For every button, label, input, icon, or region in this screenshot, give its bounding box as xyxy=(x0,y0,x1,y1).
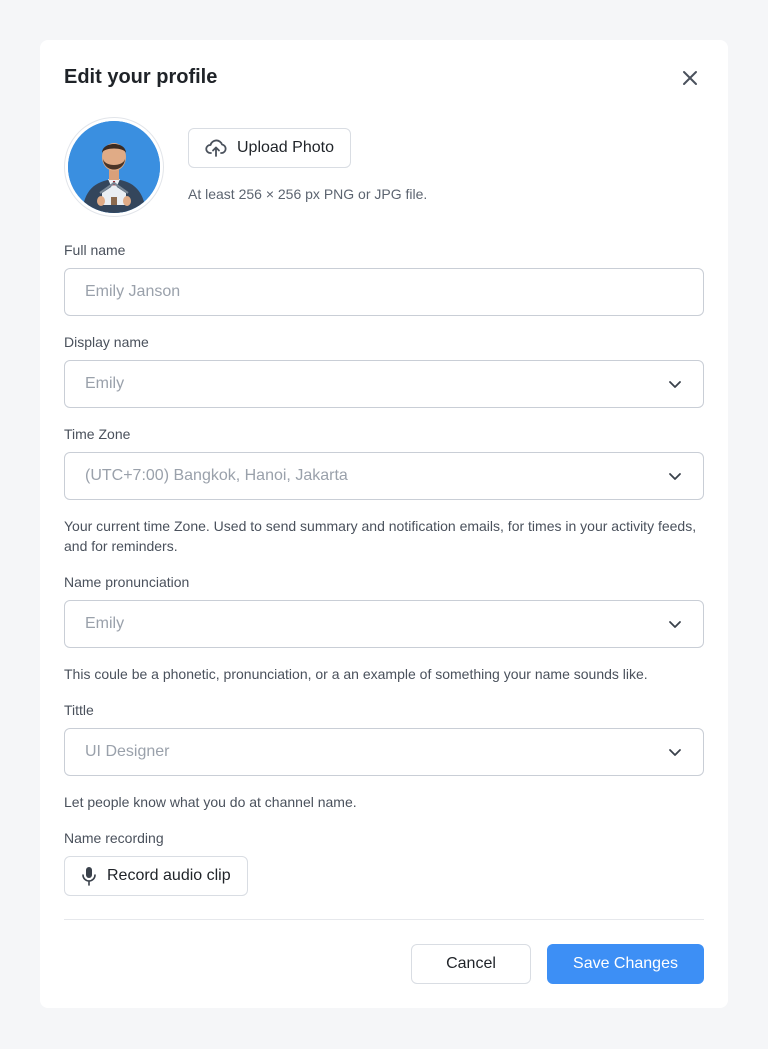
close-button[interactable] xyxy=(678,66,702,90)
record-audio-button[interactable]: Record audio clip xyxy=(64,856,248,896)
avatar-image xyxy=(68,121,160,213)
name-pronunciation-select[interactable]: Emily xyxy=(64,600,704,648)
time-zone-label: Time Zone xyxy=(64,426,131,442)
microphone-icon xyxy=(82,867,96,886)
time-zone-help: Your current time Zone. Used to send sum… xyxy=(64,518,697,554)
time-zone-select[interactable]: (UTC+7:00) Bangkok, Hanoi, Jakarta xyxy=(64,452,704,500)
time-zone-value: (UTC+7:00) Bangkok, Hanoi, Jakarta xyxy=(85,467,348,484)
title-select[interactable]: UI Designer xyxy=(64,728,704,776)
title-label: Tittle xyxy=(64,702,94,718)
name-recording-label: Name recording xyxy=(64,830,164,846)
display-name-value: Emily xyxy=(85,375,125,392)
footer-divider xyxy=(64,919,704,920)
upload-photo-button[interactable]: Upload Photo xyxy=(188,128,351,168)
display-name-select[interactable]: Emily xyxy=(64,360,704,408)
save-changes-button[interactable]: Save Changes xyxy=(547,944,704,984)
avatar-frame xyxy=(64,117,164,217)
name-pronunciation-label: Name pronunciation xyxy=(64,574,190,590)
full-name-label: Full name xyxy=(64,242,126,258)
title-help: Let people know what you do at channel n… xyxy=(64,794,357,810)
chevron-down-icon xyxy=(669,473,681,480)
edit-profile-dialog: Edit your profile Upload Photo At least … xyxy=(40,40,728,1008)
upload-photo-label: Upload Photo xyxy=(237,139,334,156)
title-value: UI Designer xyxy=(85,743,170,760)
record-audio-label: Record audio clip xyxy=(107,867,231,884)
name-pronunciation-value: Emily xyxy=(85,615,125,632)
chevron-down-icon xyxy=(669,749,681,756)
upload-photo-hint: At least 256 × 256 px PNG or JPG file. xyxy=(188,186,428,202)
cloud-upload-icon xyxy=(205,139,227,157)
chevron-down-icon xyxy=(669,381,681,388)
full-name-placeholder: Emily Janson xyxy=(85,283,181,300)
full-name-input[interactable]: Emily Janson xyxy=(64,268,704,316)
cancel-button[interactable]: Cancel xyxy=(411,944,531,984)
name-pronunciation-help: This coule be a phonetic, pronunciation,… xyxy=(64,666,648,682)
display-name-label: Display name xyxy=(64,334,149,350)
avatar xyxy=(68,121,160,213)
dialog-title: Edit your profile xyxy=(64,66,218,88)
chevron-down-icon xyxy=(669,621,681,628)
close-icon xyxy=(683,71,697,85)
